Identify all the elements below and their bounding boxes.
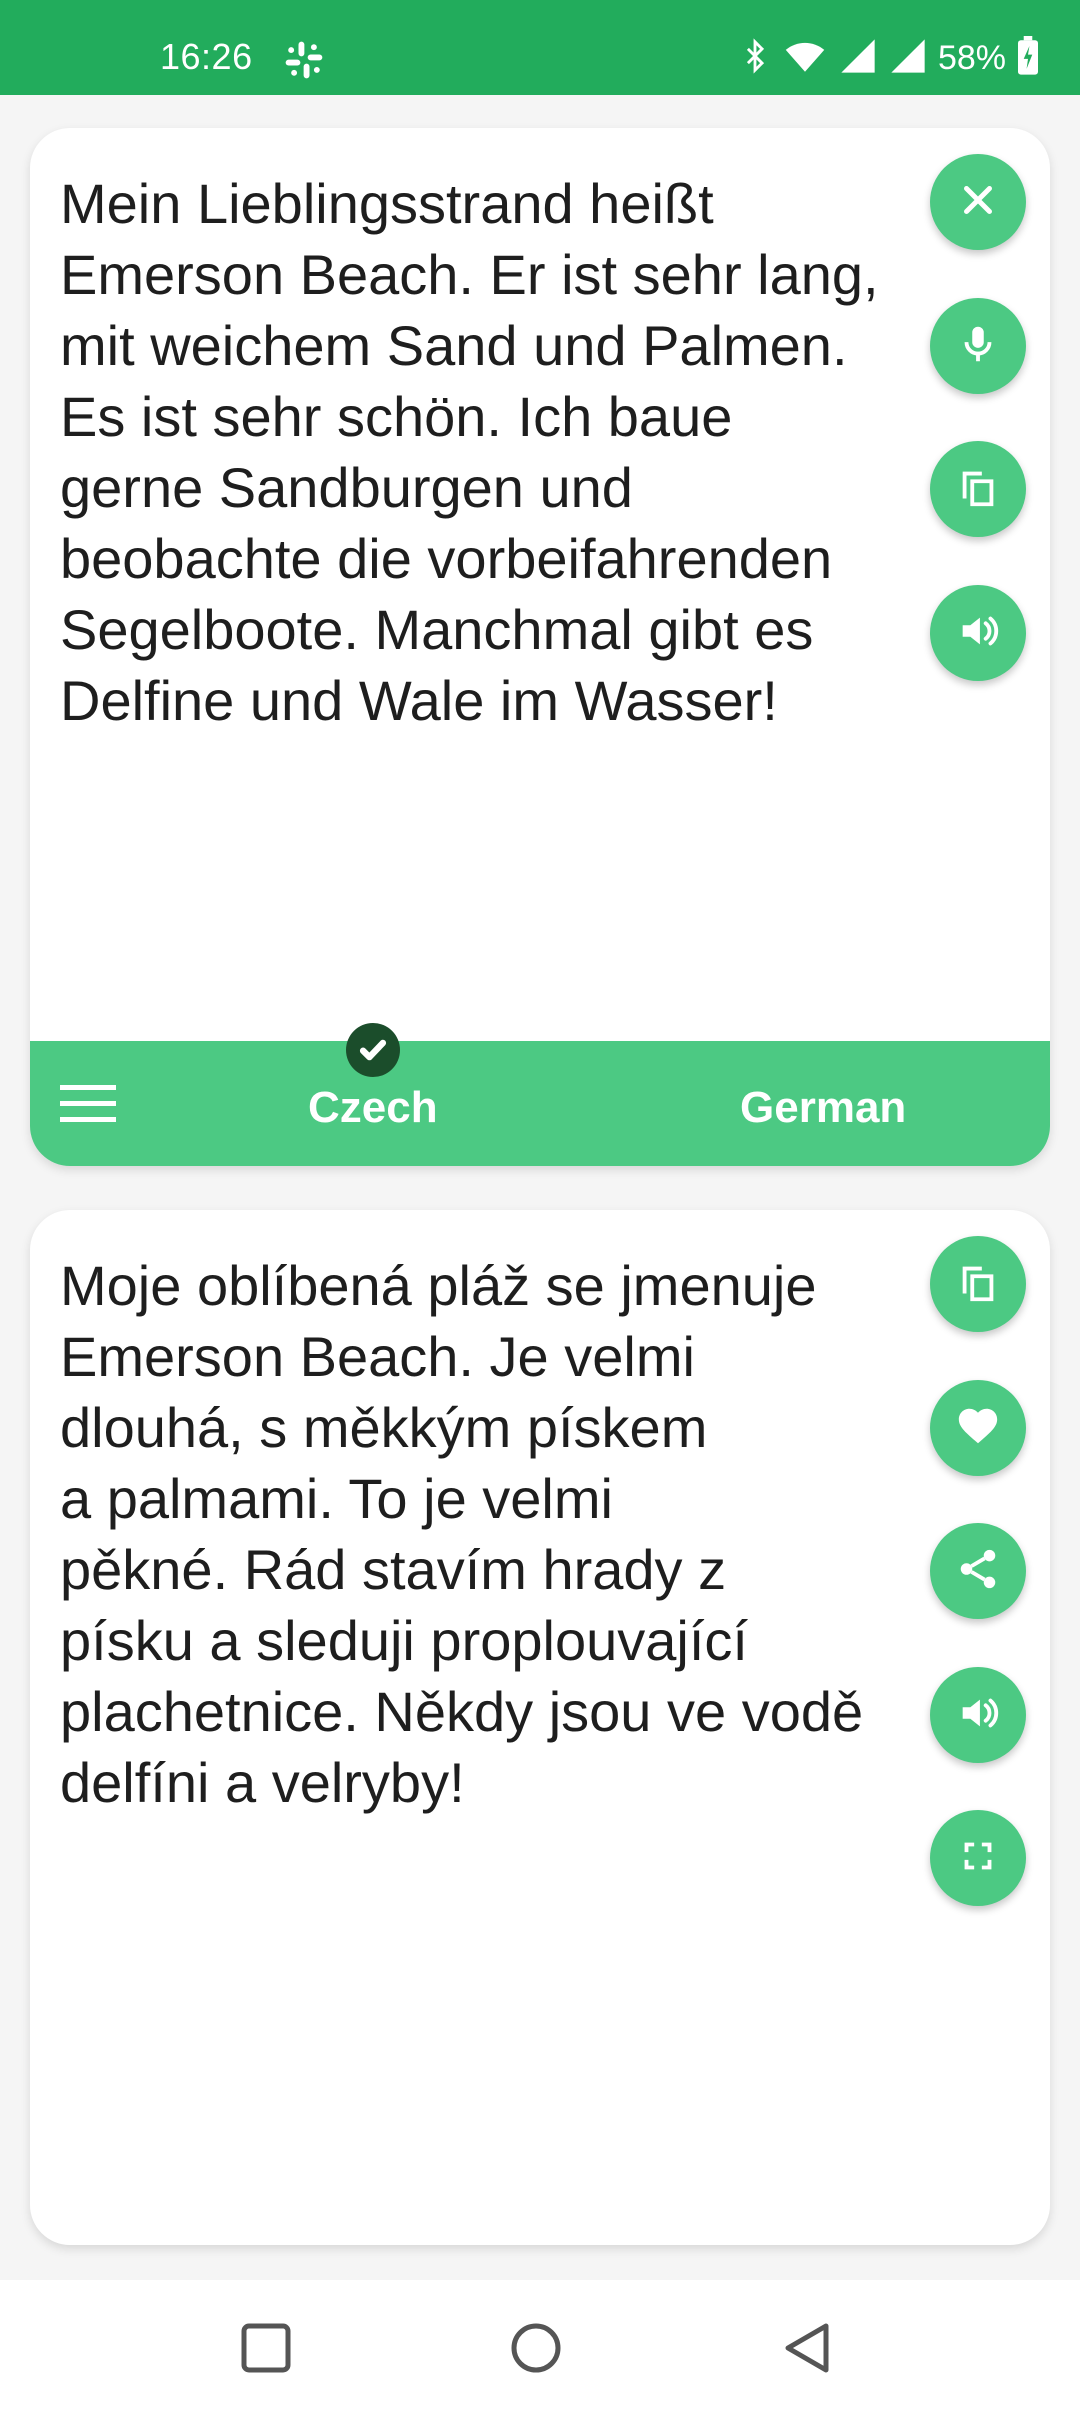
copy-source-button[interactable]: [930, 441, 1026, 537]
source-text[interactable]: Mein Lieblingsstrand heißt Emerson Beach…: [60, 168, 960, 736]
translation-card: Moje oblíbená pláž se jmenuje Emerson Be…: [30, 1210, 1050, 2245]
source-language-button[interactable]: Czech: [308, 1083, 438, 1133]
speak-translation-button[interactable]: [930, 1667, 1026, 1763]
home-button[interactable]: [508, 2320, 564, 2376]
slack-icon: [282, 38, 326, 82]
hamburger-menu-icon[interactable]: [60, 1083, 118, 1125]
bluetooth-icon: [738, 36, 772, 81]
share-button[interactable]: [930, 1523, 1026, 1619]
target-language-button[interactable]: German: [740, 1083, 906, 1133]
voice-input-button[interactable]: [930, 298, 1026, 394]
copy-translation-button[interactable]: [930, 1236, 1026, 1332]
signal-icon: [888, 36, 928, 81]
system-navigation-bar: [0, 2280, 1080, 2412]
status-icons: 58%: [738, 34, 1040, 82]
check-icon: [346, 1023, 400, 1077]
battery-charging-icon: [1016, 35, 1040, 81]
copy-icon: [955, 464, 1001, 515]
microphone-icon: [955, 321, 1001, 372]
fullscreen-button[interactable]: [930, 1810, 1026, 1906]
battery-percent: 58%: [937, 38, 1006, 77]
recent-apps-button[interactable]: [238, 2320, 294, 2376]
copy-icon: [955, 1259, 1001, 1310]
clear-button[interactable]: [930, 154, 1026, 250]
speak-source-button[interactable]: [930, 585, 1026, 681]
status-time: 16:26: [160, 36, 253, 77]
translation-text: Moje oblíbená pláž se jmenuje Emerson Be…: [60, 1254, 864, 1814]
status-bar: 16:26 58%: [0, 0, 1080, 95]
language-bar: Czech German: [30, 1023, 1050, 1166]
close-icon: [955, 177, 1001, 228]
signal-icon: [838, 36, 878, 81]
speaker-icon: [955, 1690, 1001, 1741]
fullscreen-icon: [955, 1833, 1001, 1884]
speaker-icon: [955, 608, 1001, 659]
back-button[interactable]: [780, 2320, 836, 2376]
share-icon: [955, 1546, 1001, 1597]
wifi-icon: [782, 35, 828, 82]
source-card: Mein Lieblingsstrand heißt Emerson Beach…: [30, 128, 1050, 1166]
heart-icon: [955, 1403, 1001, 1454]
favorite-button[interactable]: [930, 1380, 1026, 1476]
